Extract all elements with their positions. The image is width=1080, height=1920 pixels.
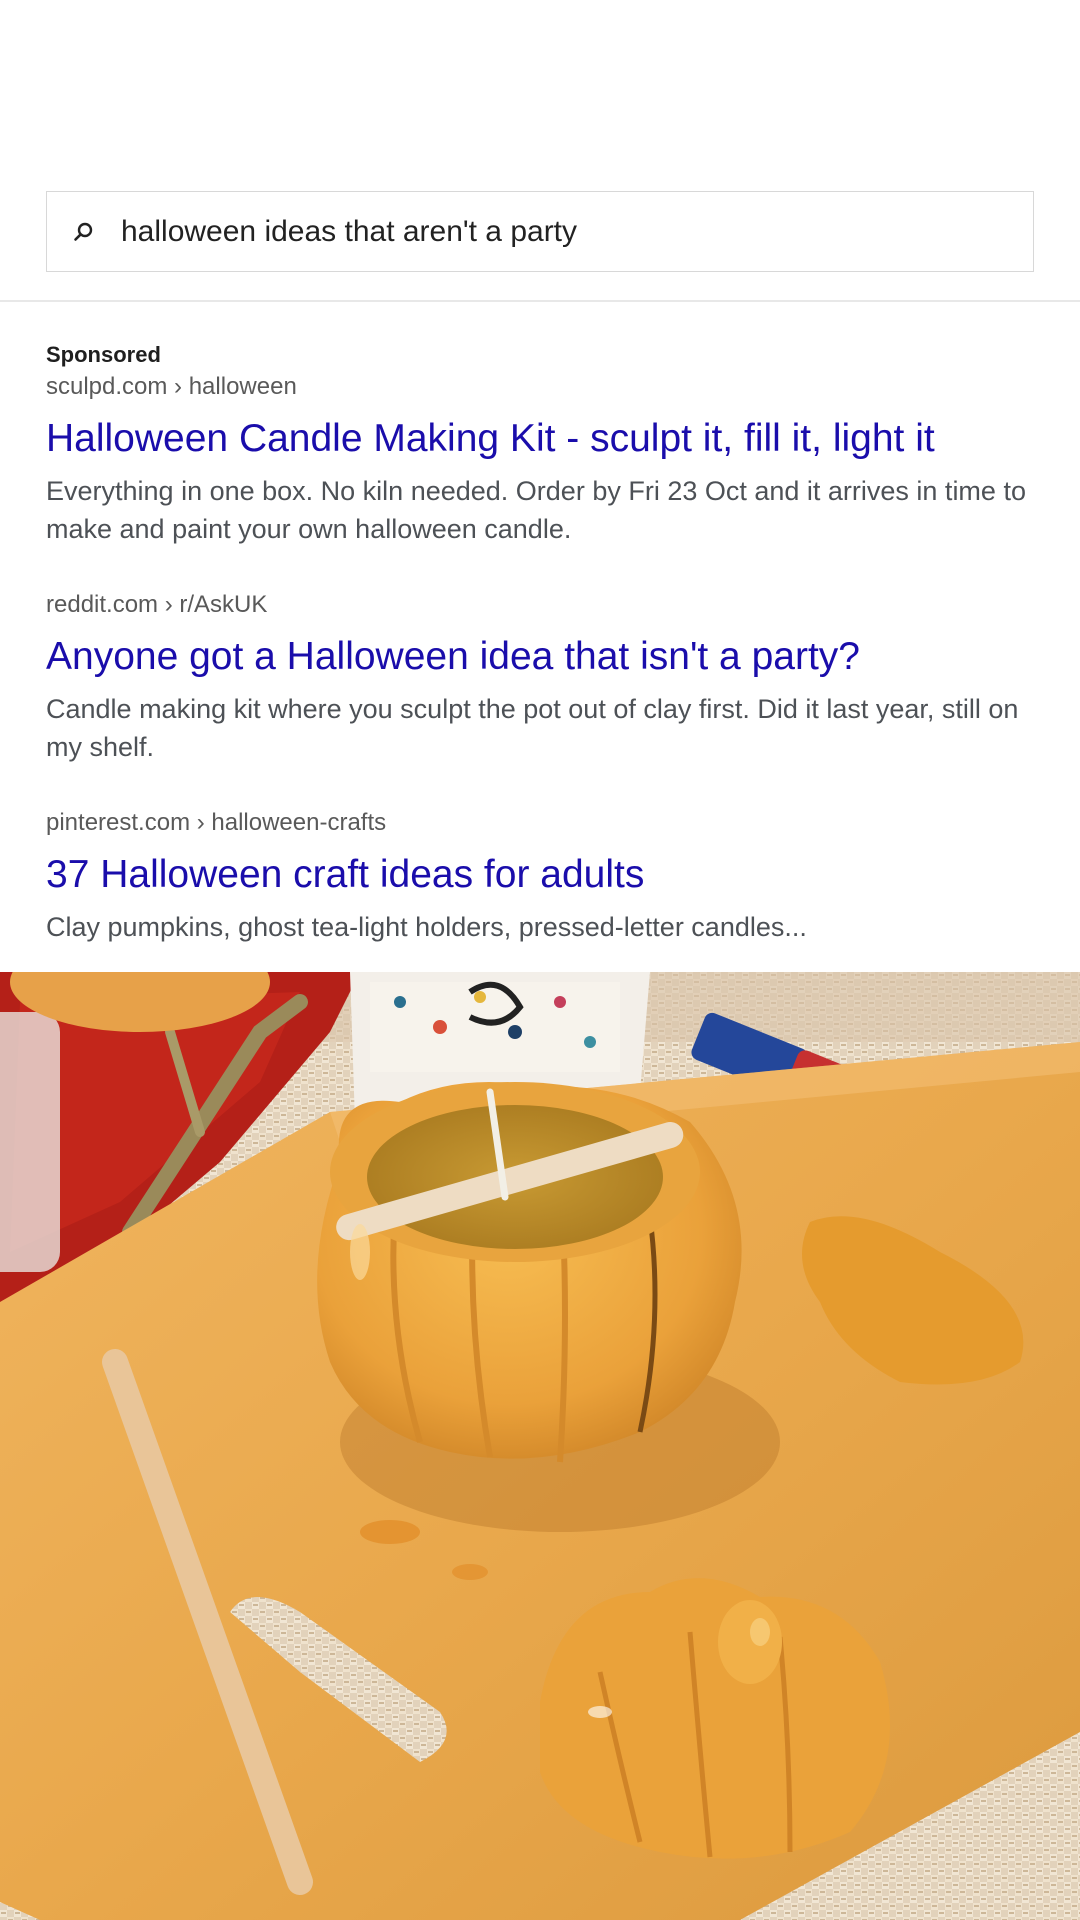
- result-title-link[interactable]: 37 Halloween craft ideas for adults: [46, 850, 1036, 900]
- result-reddit: reddit.com › r/AskUK Anyone got a Hallow…: [46, 588, 1036, 766]
- pumpkin-candle-photo[interactable]: [0, 972, 1080, 1920]
- result-snippet: Clay pumpkins, ghost tea-light holders, …: [46, 912, 807, 942]
- result-title-link[interactable]: Anyone got a Halloween idea that isn't a…: [46, 632, 1036, 682]
- search-input[interactable]: [121, 192, 1001, 271]
- search-bar[interactable]: [46, 191, 1034, 272]
- search-results: Sponsored sculpd.com › halloween Hallowe…: [46, 340, 1036, 986]
- result-snippet: Candle making kit where you sculpt the p…: [46, 694, 1019, 762]
- result-url[interactable]: sculpd.com › halloween: [46, 370, 1036, 404]
- result-sponsored: Sponsored sculpd.com › halloween Hallowe…: [46, 340, 1036, 548]
- result-pinterest: pinterest.com › halloween-crafts 37 Hall…: [46, 806, 1036, 946]
- sponsored-label: Sponsored: [46, 342, 161, 367]
- result-snippet: Everything in one box. No kiln needed. O…: [46, 476, 1026, 544]
- header-divider: [0, 300, 1080, 302]
- result-url[interactable]: pinterest.com › halloween-crafts: [46, 806, 1036, 840]
- result-title-link[interactable]: Halloween Candle Making Kit - sculpt it,…: [46, 414, 1036, 464]
- result-url[interactable]: reddit.com › r/AskUK: [46, 588, 1036, 622]
- search-icon: [47, 192, 121, 271]
